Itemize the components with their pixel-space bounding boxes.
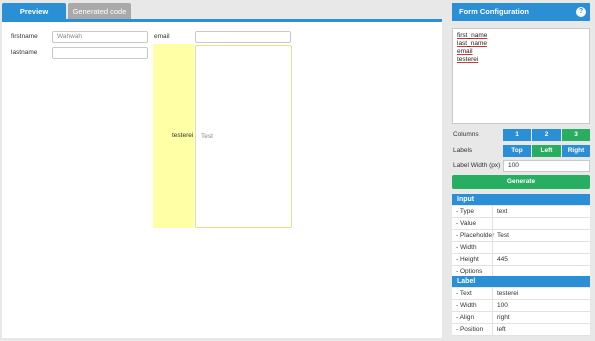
property-value[interactable]: left: [497, 324, 506, 336]
property-row[interactable]: - Placeholder Test: [452, 230, 590, 242]
property-value[interactable]: right: [497, 312, 510, 324]
property-key: - Position: [456, 326, 484, 333]
generate-button[interactable]: Generate: [452, 175, 590, 189]
labels-top-button[interactable]: Top: [503, 145, 531, 157]
tab-generated-code[interactable]: Generated code: [68, 3, 131, 20]
columns-3-button[interactable]: 3: [562, 129, 590, 141]
tab-preview[interactable]: Preview: [2, 3, 66, 20]
property-value[interactable]: testerei: [497, 288, 518, 300]
property-divider: [492, 242, 493, 254]
property-row[interactable]: - Align right: [452, 312, 590, 324]
firstname-input[interactable]: Wahwah: [52, 31, 148, 43]
property-key: - Width: [456, 302, 477, 309]
property-divider: [492, 218, 493, 230]
field-list-item[interactable]: email: [457, 48, 585, 56]
property-value[interactable]: Test: [497, 230, 509, 242]
property-row[interactable]: - Type text: [452, 206, 590, 218]
property-divider: [492, 288, 493, 300]
property-value[interactable]: text: [497, 206, 507, 218]
property-key: - Value: [456, 220, 477, 227]
config-title: Form Configuration: [459, 7, 529, 16]
firstname-label: firstname: [11, 33, 38, 40]
lastname-label: lastname: [11, 49, 38, 56]
property-value[interactable]: 445: [497, 254, 508, 266]
testerei-textarea[interactable]: Test: [195, 45, 292, 228]
property-divider: [492, 230, 493, 242]
field-list[interactable]: first_name last_name email testerei: [452, 28, 590, 124]
labels-right-button[interactable]: Right: [562, 145, 590, 157]
property-key: - Type: [456, 208, 474, 215]
property-divider: [492, 300, 493, 312]
property-divider: [492, 324, 493, 336]
help-icon[interactable]: ?: [576, 7, 586, 17]
form-configuration-header: Form Configuration ?: [452, 3, 590, 21]
property-row[interactable]: - Text testerei: [452, 288, 590, 300]
property-divider: [492, 254, 493, 266]
property-key: - Placeholder: [456, 232, 495, 239]
property-value[interactable]: 100: [497, 300, 508, 312]
columns-label: Columns: [453, 131, 479, 138]
property-divider: [492, 312, 493, 324]
property-row[interactable]: - Height 445: [452, 254, 590, 266]
property-row[interactable]: - Value: [452, 218, 590, 230]
property-key: - Height: [456, 256, 479, 263]
preview-canvas: firstname Wahwah email lastname testerei…: [2, 22, 442, 338]
field-list-item[interactable]: first_name: [457, 32, 585, 40]
label-width-input[interactable]: 100: [503, 160, 590, 172]
property-key: - Align: [456, 314, 475, 321]
property-key: - Text: [456, 290, 472, 297]
property-divider: [492, 206, 493, 218]
columns-2-button[interactable]: 2: [532, 129, 561, 141]
label-section-header: Label: [452, 276, 590, 287]
property-row[interactable]: - Width: [452, 242, 590, 254]
labels-left-button[interactable]: Left: [532, 145, 561, 157]
property-key: - Width: [456, 244, 477, 251]
email-label: email: [154, 33, 170, 40]
field-list-item[interactable]: last_name: [457, 40, 585, 48]
lastname-input[interactable]: [52, 47, 148, 59]
testerei-label: testerei: [172, 132, 194, 139]
input-section-header: Input: [452, 194, 590, 205]
property-row[interactable]: - Position left: [452, 324, 590, 336]
property-row[interactable]: - Width 100: [452, 300, 590, 312]
labels-label: Labels: [453, 147, 473, 154]
label-width-label: Label Width (px): [453, 162, 501, 169]
columns-1-button[interactable]: 1: [503, 129, 531, 141]
field-list-item[interactable]: testerei: [457, 56, 585, 64]
email-input[interactable]: [195, 31, 291, 43]
testerei-placeholder: Test: [201, 133, 213, 140]
